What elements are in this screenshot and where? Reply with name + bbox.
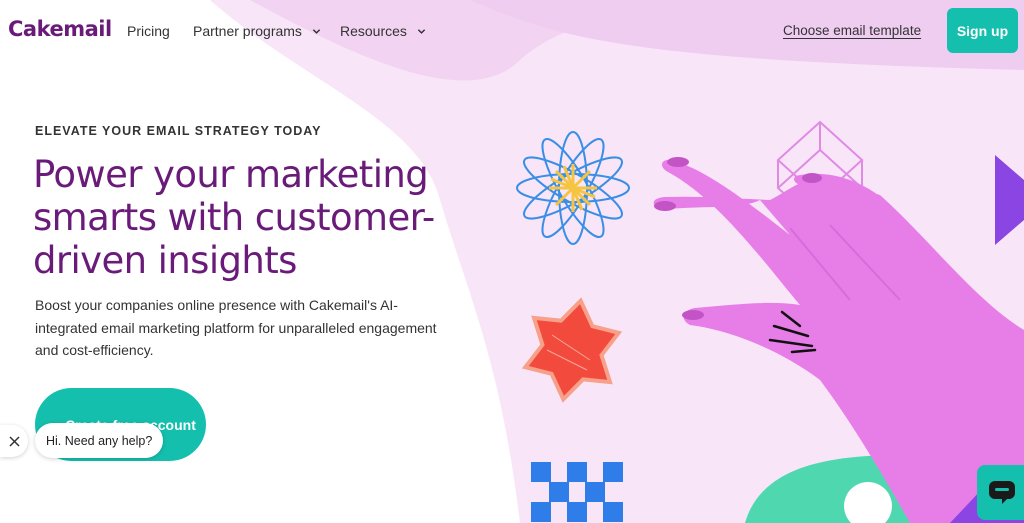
site-header: Cakemail Pricing Partner programs Resour… — [0, 0, 1024, 62]
nav-partner-programs-label: Partner programs — [193, 23, 302, 39]
checker-illustration — [531, 462, 623, 522]
purple-triangle-illustration — [995, 155, 1024, 245]
chevron-down-icon — [417, 28, 426, 34]
chevron-down-icon — [312, 28, 321, 34]
cakemail-logo[interactable]: Cakemail — [8, 17, 112, 41]
hero-title: Power your marketing smarts with custome… — [33, 153, 435, 282]
nav-pricing[interactable]: Pricing — [127, 23, 170, 39]
starburst-illustration — [516, 131, 630, 245]
hero-eyebrow: ELEVATE YOUR EMAIL STRATEGY TODAY — [35, 124, 322, 138]
nav-resources-label: Resources — [340, 23, 407, 39]
chat-greeting-bubble[interactable]: Hi. Need any help? — [35, 423, 164, 458]
close-icon — [8, 435, 20, 447]
red-star-illustration — [521, 297, 623, 403]
chat-launcher-button[interactable] — [977, 465, 1024, 520]
hero-description: Boost your companies online presence wit… — [35, 297, 437, 358]
nav-resources[interactable]: Resources — [340, 23, 426, 39]
nav-partner-programs[interactable]: Partner programs — [193, 23, 321, 39]
sign-up-button[interactable]: Sign up — [947, 8, 1018, 53]
chat-greeting-text: Hi. Need any help? — [46, 433, 153, 448]
choose-email-template-link[interactable]: Choose email template — [783, 23, 921, 38]
chat-icon — [989, 480, 1015, 504]
nav-pricing-label: Pricing — [127, 23, 170, 39]
